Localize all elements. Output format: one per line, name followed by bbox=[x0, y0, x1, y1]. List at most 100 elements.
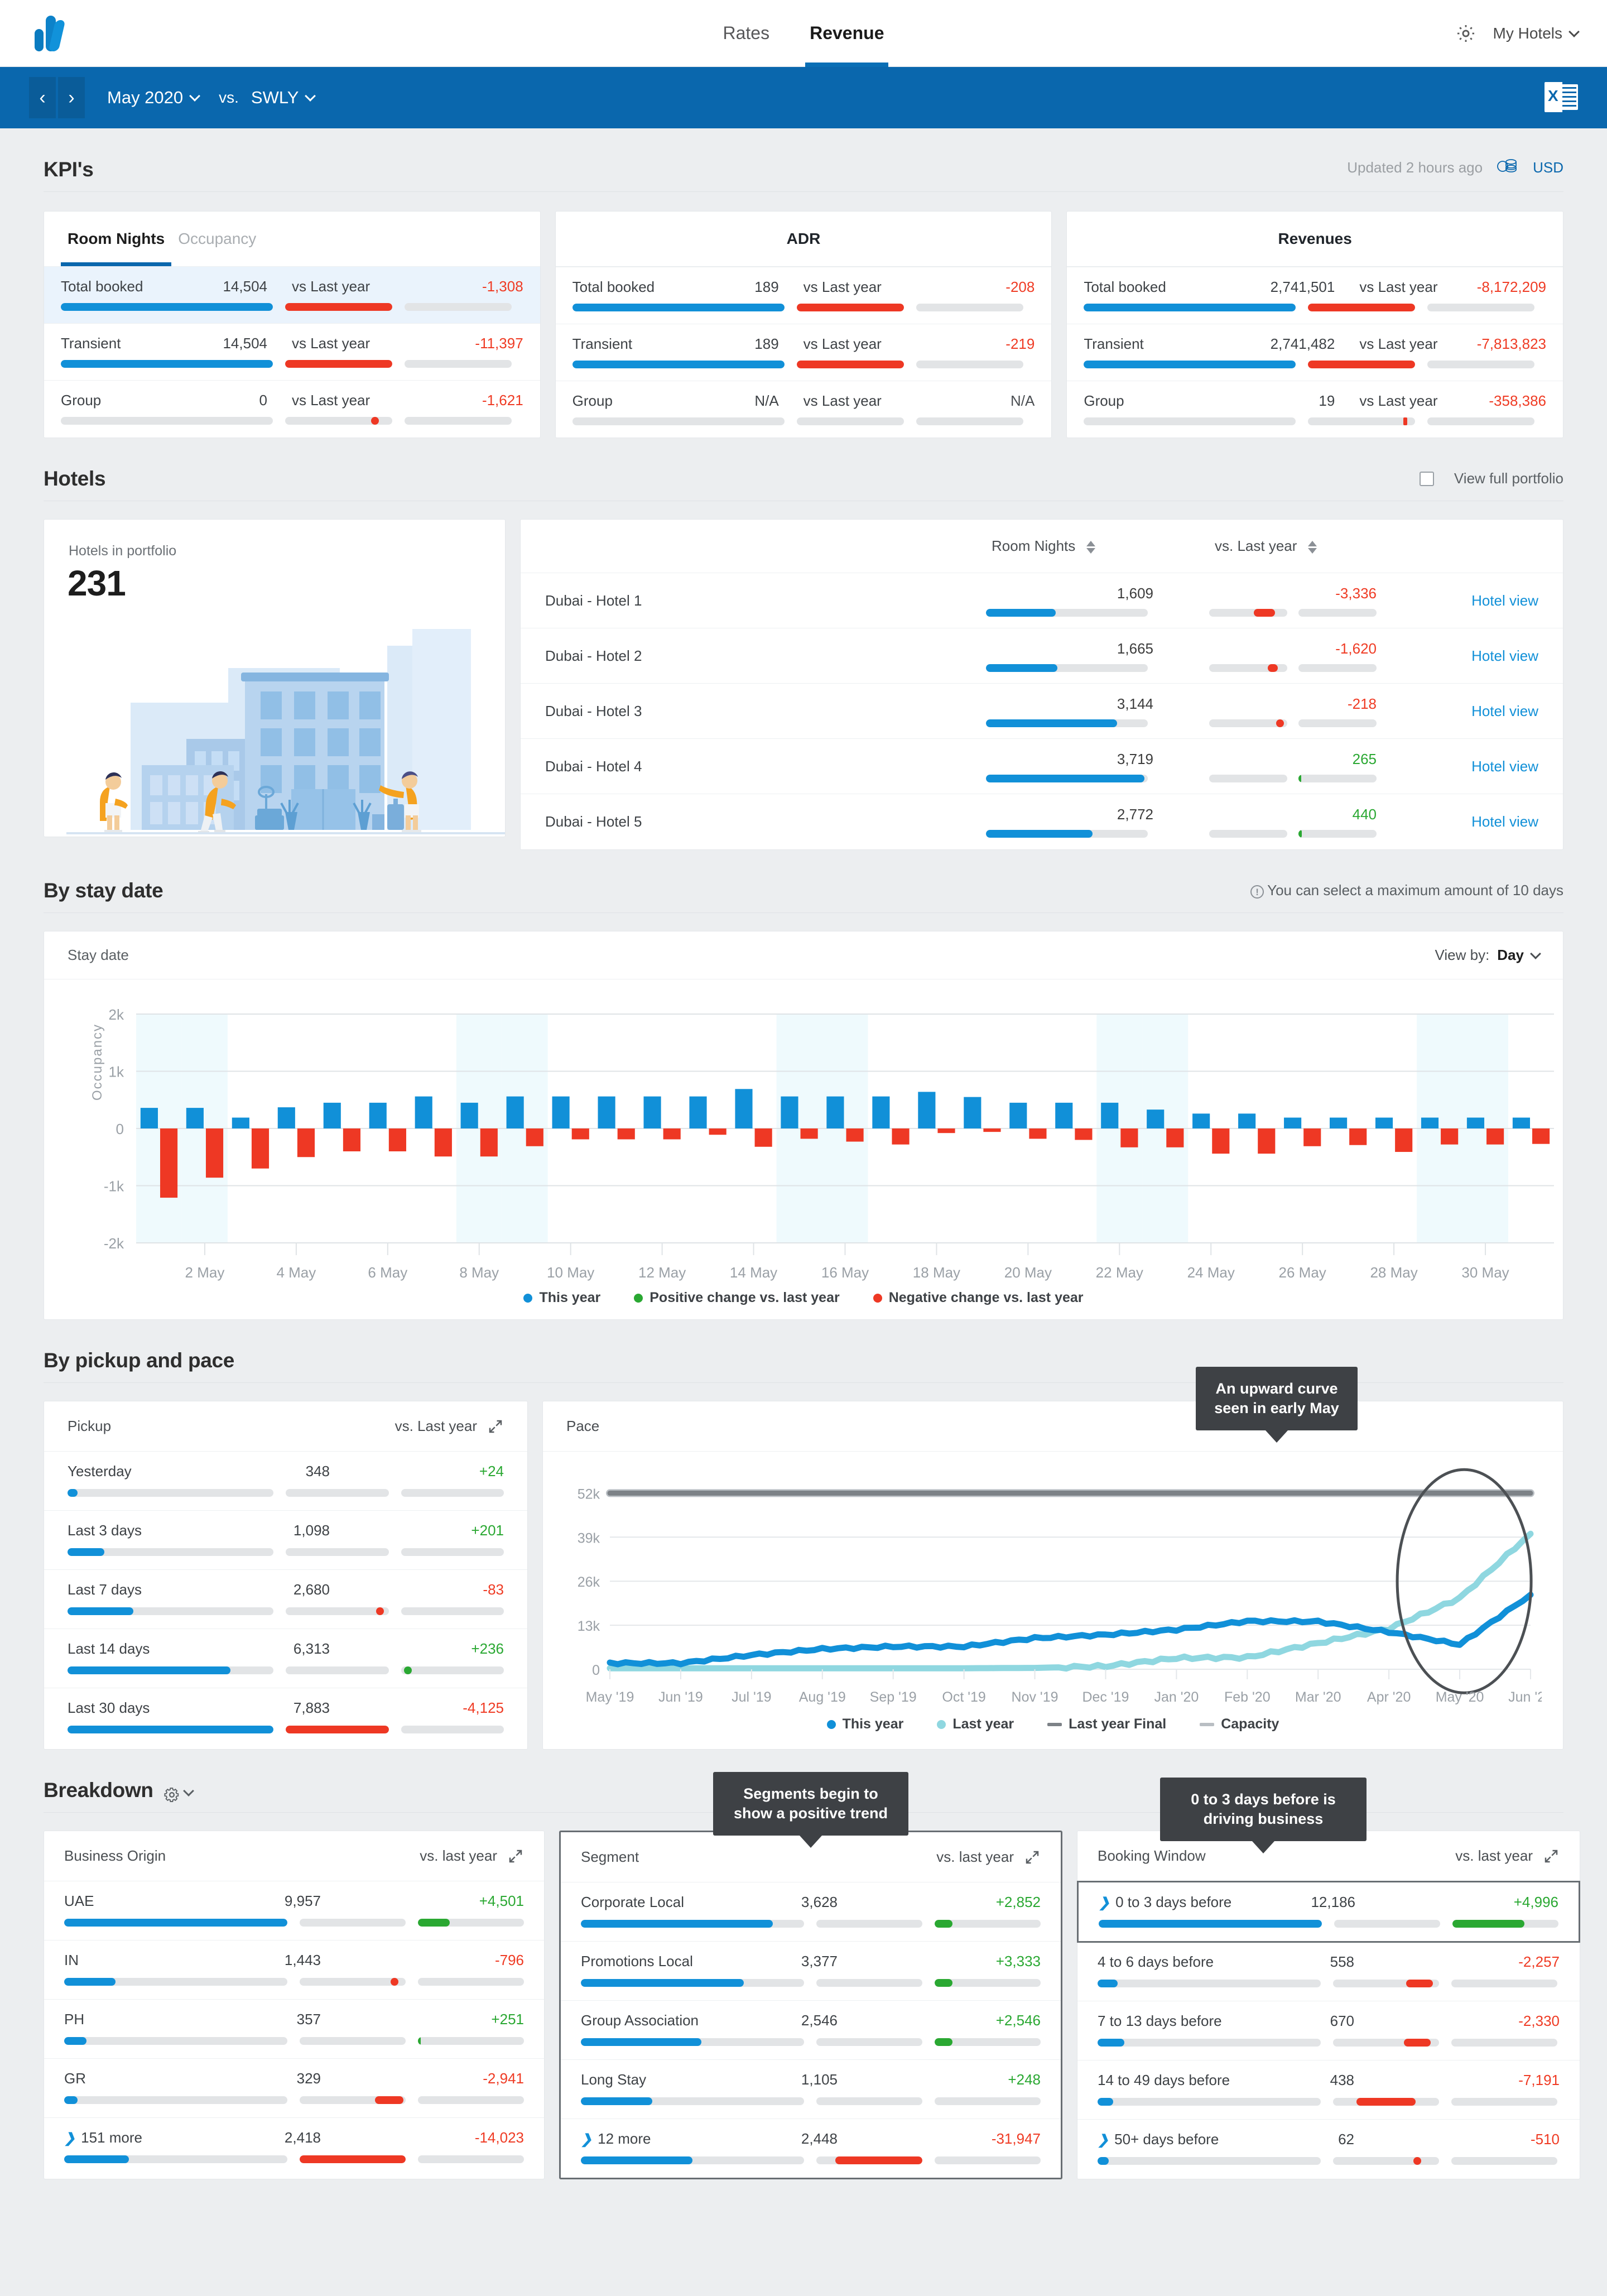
currency-label[interactable]: USD bbox=[1533, 159, 1563, 176]
pace-tooltip: An upward curve seen in early May bbox=[1196, 1367, 1358, 1443]
hotel-view-link[interactable]: Hotel view bbox=[1432, 647, 1538, 665]
sort-room-nights-icon[interactable] bbox=[1086, 540, 1095, 554]
kpi-row-total-booked[interactable]: Total booked 189 vs Last year -208 bbox=[555, 267, 1052, 324]
breakdown-bar-positive bbox=[1451, 2098, 1557, 2106]
breakdown-panel-booking-window: 0 to 3 days before is driving business B… bbox=[1077, 1778, 1580, 2179]
kpi-row-group[interactable]: Group 0 vs Last year -1,621 bbox=[44, 380, 540, 437]
view-full-portfolio-checkbox[interactable] bbox=[1419, 471, 1434, 486]
kpi-row-group[interactable]: Group N/A vs Last year N/A bbox=[555, 381, 1052, 438]
list-item[interactable]: Promotions Local 3,377 +3,333 bbox=[561, 1942, 1061, 2001]
kpi-row-transient[interactable]: Transient 189 vs Last year -219 bbox=[555, 324, 1052, 381]
list-item[interactable]: Long Stay 1,105 +248 bbox=[561, 2060, 1061, 2119]
kpi-row-group[interactable]: Group 19 vs Last year -358,386 bbox=[1067, 381, 1563, 438]
my-hotels-selector[interactable]: My Hotels bbox=[1493, 25, 1580, 42]
kpi-row-value: 189 bbox=[754, 278, 779, 295]
sort-vs-last-year-icon[interactable] bbox=[1307, 540, 1317, 554]
breakdown-bar-negative bbox=[1333, 1980, 1439, 1987]
list-item[interactable]: Last 7 days 2,680 -83 bbox=[44, 1570, 527, 1629]
breakdown-bar-negative bbox=[816, 2038, 922, 2046]
list-item[interactable]: 7 to 13 days before 670 -2,330 bbox=[1077, 2001, 1580, 2060]
list-item[interactable]: ❯ 151 more 2,418 -14,023 bbox=[44, 2118, 544, 2177]
chevron-right-icon[interactable]: ❯ bbox=[1098, 2132, 1109, 2148]
table-row[interactable]: Dubai - Hotel 3 3,144 -218 Hotel view bbox=[521, 684, 1563, 739]
kpi-row-value: N/A bbox=[754, 392, 779, 409]
gear-icon[interactable] bbox=[1455, 23, 1476, 44]
tab-revenue[interactable]: Revenue bbox=[805, 0, 888, 67]
excel-export-icon[interactable]: X bbox=[1545, 82, 1578, 113]
kpi-row-vs-label: vs Last year bbox=[1359, 335, 1438, 352]
list-item[interactable]: Group Association 2,546 +2,546 bbox=[561, 2001, 1061, 2060]
kpi-bar-delta bbox=[285, 417, 392, 425]
tab-occupancy[interactable]: Occupancy bbox=[171, 212, 263, 266]
breakdown-label: 4 to 6 days before bbox=[1098, 1953, 1214, 1970]
table-row[interactable]: Dubai - Hotel 5 2,772 440 Hotel view bbox=[521, 794, 1563, 849]
list-item[interactable]: Yesterday 348 +24 bbox=[44, 1452, 527, 1511]
expand-icon[interactable] bbox=[1543, 1848, 1560, 1865]
breakdown-settings-gear-icon[interactable] bbox=[163, 1786, 179, 1802]
chevron-right-icon[interactable]: ❯ bbox=[64, 2130, 75, 2146]
list-item[interactable]: PH 357 +251 bbox=[44, 2000, 544, 2059]
list-item[interactable]: Last 3 days 1,098 +201 bbox=[44, 1511, 527, 1570]
kpi-bar-value bbox=[1084, 304, 1296, 311]
list-item-selected[interactable]: ❯ 0 to 3 days before 12,186 +4,996 bbox=[1077, 1881, 1580, 1943]
list-item[interactable]: ❯ 50+ days before 62 -510 bbox=[1077, 2120, 1580, 2178]
breakdown-bar-positive bbox=[418, 1978, 524, 1986]
breakdown-label: PH bbox=[64, 2011, 85, 2028]
kpi-row-vs-label: vs Last year bbox=[803, 392, 882, 409]
view-by-selector[interactable]: View by: Day bbox=[1435, 947, 1541, 964]
previous-period-button[interactable]: ‹ bbox=[29, 77, 56, 118]
expand-icon[interactable] bbox=[507, 1848, 524, 1865]
pickup-title: Pickup bbox=[68, 1418, 112, 1434]
hotel-view-link[interactable]: Hotel view bbox=[1432, 813, 1538, 830]
list-item[interactable]: Last 14 days 6,313 +236 bbox=[44, 1629, 527, 1688]
breakdown-bar-negative bbox=[1334, 1920, 1440, 1928]
period-selector[interactable]: May 2020 bbox=[107, 88, 201, 108]
hotel-delta-value: -1,620 bbox=[1335, 640, 1377, 657]
pickup-bar-positive bbox=[401, 1666, 504, 1674]
list-item[interactable]: IN 1,443 -796 bbox=[44, 1940, 544, 2000]
tab-room-nights[interactable]: Room Nights bbox=[61, 212, 171, 266]
svg-text:30 May: 30 May bbox=[1461, 1264, 1509, 1281]
kpi-row-transient[interactable]: Transient 2,741,482 vs Last year -7,813,… bbox=[1067, 324, 1563, 381]
y-axis-label: Occupancy bbox=[90, 1023, 105, 1101]
kpi-row-value: 14,504 bbox=[223, 278, 267, 295]
kpi-row-total-booked[interactable]: Total booked 2,741,501 vs Last year -8,1… bbox=[1067, 267, 1563, 324]
list-item[interactable]: ❯ 12 more 2,448 -31,947 bbox=[561, 2119, 1061, 2178]
view-full-portfolio-control[interactable]: View full portfolio bbox=[1419, 470, 1563, 491]
list-item[interactable]: Corporate Local 3,628 +2,852 bbox=[561, 1882, 1061, 1942]
svg-text:Jul '19: Jul '19 bbox=[732, 1689, 771, 1705]
table-row[interactable]: Dubai - Hotel 1 1,609 -3,336 Hotel view bbox=[521, 573, 1563, 628]
table-row[interactable]: Dubai - Hotel 4 3,719 265 Hotel view bbox=[521, 739, 1563, 794]
breakdown-label: ❯ 0 to 3 days before bbox=[1099, 1894, 1272, 1911]
comparison-selector[interactable]: SWLY bbox=[251, 88, 316, 108]
booking-window-tooltip: 0 to 3 days before is driving business bbox=[1160, 1778, 1367, 1854]
expand-icon[interactable] bbox=[1024, 1849, 1041, 1866]
tab-rates[interactable]: Rates bbox=[719, 0, 774, 67]
expand-icon[interactable] bbox=[487, 1418, 504, 1435]
hotel-view-link[interactable]: Hotel view bbox=[1432, 703, 1538, 720]
booking-window-tooltip-line-1: 0 to 3 days before is bbox=[1191, 1791, 1336, 1808]
chevron-right-icon[interactable]: ❯ bbox=[1099, 1895, 1110, 1911]
svg-text:Jun '19: Jun '19 bbox=[658, 1689, 703, 1705]
pickup-delta: +201 bbox=[471, 1522, 504, 1539]
list-item[interactable]: UAE 9,957 +4,501 bbox=[44, 1881, 544, 1940]
kpi-row-total-booked[interactable]: Total booked 14,504 vs Last year -1,308 bbox=[44, 266, 540, 323]
breakdown-delta: +4,501 bbox=[479, 1892, 524, 1909]
table-row[interactable]: Dubai - Hotel 2 1,665 -1,620 Hotel view bbox=[521, 628, 1563, 684]
max-days-note: You can select a maximum amount of 10 da… bbox=[1267, 882, 1563, 899]
svg-text:May '19: May '19 bbox=[586, 1689, 634, 1705]
breakdown-bar-positive bbox=[418, 1919, 524, 1927]
hotel-view-link[interactable]: Hotel view bbox=[1432, 592, 1538, 609]
list-item[interactable]: 4 to 6 days before 558 -2,257 bbox=[1077, 1942, 1580, 2001]
kpi-row-transient[interactable]: Transient 14,504 vs Last year -11,397 bbox=[44, 323, 540, 380]
list-item[interactable]: 14 to 49 days before 438 -7,191 bbox=[1077, 2060, 1580, 2120]
list-item[interactable]: GR 329 -2,941 bbox=[44, 2059, 544, 2118]
hotel-view-link[interactable]: Hotel view bbox=[1432, 758, 1538, 775]
kpi-row-value: 2,741,501 bbox=[1270, 278, 1335, 295]
list-item[interactable]: Last 30 days 7,883 -4,125 bbox=[44, 1688, 527, 1747]
chevron-right-icon[interactable]: ❯ bbox=[581, 2131, 592, 2148]
chevron-down-icon[interactable] bbox=[182, 1785, 194, 1797]
kpi-bar-positive bbox=[405, 360, 512, 368]
kpi-row-delta: -7,813,823 bbox=[1476, 335, 1547, 352]
next-period-button[interactable]: › bbox=[58, 77, 85, 118]
